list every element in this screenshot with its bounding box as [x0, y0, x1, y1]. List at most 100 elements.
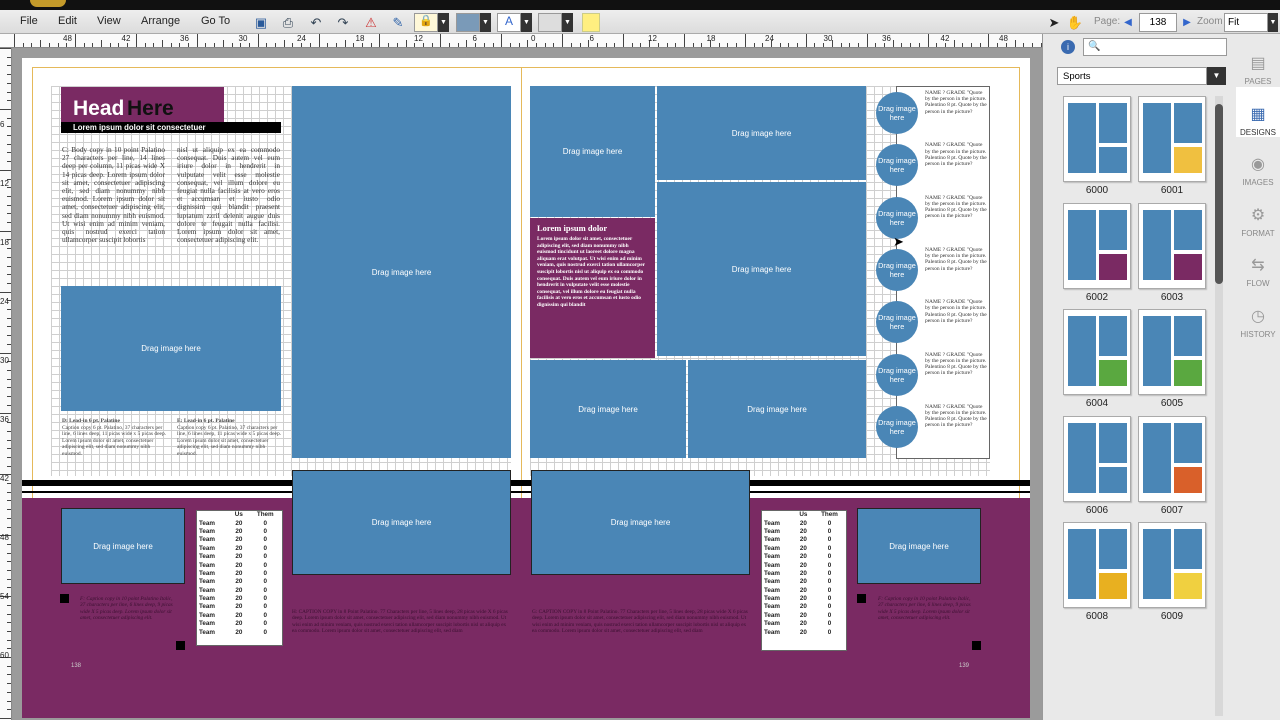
score-cell: 0 — [827, 628, 832, 636]
tab-flow[interactable]: ⇆ FLOW — [1236, 238, 1280, 288]
score-row: Team 20 0 — [197, 595, 282, 603]
subhead[interactable]: Lorem ipsum dolor sit consectetuer — [61, 122, 281, 133]
scrollbar-thumb[interactable] — [1215, 104, 1223, 284]
tab-format[interactable]: ⚙ FORMAT — [1236, 188, 1280, 238]
body-copy-right[interactable]: nisl ut aliquip ex ea commodo consequat.… — [177, 146, 280, 282]
image-frame[interactable]: Drag image here — [292, 86, 511, 458]
thumb-block — [1099, 422, 1127, 463]
template-thumbnail[interactable] — [1063, 96, 1131, 182]
tab-images[interactable]: ◉ IMAGES — [1236, 137, 1280, 187]
circle-image-frame[interactable]: Drag image here — [876, 405, 918, 448]
quote-text[interactable]: NAME ? GRADE "Quote by the person in the… — [925, 195, 987, 220]
prev-page-icon[interactable]: ◀ — [1122, 13, 1134, 32]
sticky-note-icon[interactable] — [582, 13, 600, 32]
image-frame[interactable]: Drag image here — [530, 360, 686, 458]
tab-history[interactable]: ◷ HISTORY — [1236, 289, 1280, 339]
scoreboard-left[interactable]: Us Them Team 20 0 Team 20 0 Team 20 0 Team 20 0 Team 20… — [196, 510, 283, 646]
circle-image-frame[interactable]: Drag image here — [876, 248, 918, 291]
ruler-tick — [7, 326, 11, 328]
circle-image-frame[interactable]: Drag image here — [876, 353, 918, 396]
image-frame[interactable]: Drag image here — [657, 182, 866, 356]
image-frame[interactable]: Drag image here — [531, 470, 750, 575]
image-frame[interactable]: Drag image here — [61, 508, 185, 584]
text-color-button[interactable]: A — [497, 13, 521, 32]
lock-dropdown[interactable]: ▼ — [438, 13, 449, 32]
ruler-tick — [971, 43, 972, 47]
template-thumbnail[interactable] — [1063, 309, 1131, 395]
ruler-tick — [753, 43, 755, 47]
image-frame[interactable]: Drag image here — [688, 360, 866, 458]
next-page-icon[interactable]: ▶ — [1181, 13, 1193, 32]
undo-icon[interactable]: ↶ — [307, 13, 325, 32]
menu-goto[interactable]: Go To — [201, 15, 230, 27]
quote-text[interactable]: NAME ? GRADE "Quote by the person in the… — [925, 352, 987, 377]
print-icon[interactable]: ⎙ — [279, 13, 297, 32]
body-copy-left[interactable]: C: Body copy in 10 point Palatino 27 cha… — [62, 146, 165, 282]
lock-button[interactable]: 🔒 — [414, 13, 438, 32]
caption-e[interactable]: E: Lead-in 6 pt. Palatine Caption copy 6 … — [177, 418, 282, 457]
document-canvas[interactable]: Head Here Lorem ipsum dolor sit consecte… — [13, 48, 1042, 720]
score-row: Team 20 0 — [762, 528, 846, 536]
purple-caption-left[interactable]: F: Caption copy in 10 point Palatino Ita… — [80, 596, 174, 622]
quote-text[interactable]: NAME ? GRADE "Quote by the person in the… — [925, 404, 987, 429]
caption-d[interactable]: D: Lead-in 6 pt. Palatine Caption copy 6 … — [62, 418, 167, 457]
image-frame[interactable]: Drag image here — [857, 508, 981, 584]
menu-file[interactable]: File — [20, 15, 38, 27]
category-dropdown-icon[interactable]: ▼ — [1207, 67, 1226, 85]
template-thumbnail[interactable] — [1138, 202, 1206, 289]
image-frame[interactable]: Drag image here — [61, 286, 281, 411]
flip-icon[interactable]: ⚠ — [362, 13, 380, 32]
zoom-select[interactable]: Fit — [1224, 13, 1268, 32]
purple-caption-mid-right[interactable]: G: CAPTION COPY in 8 Point Palatino. 77 … — [532, 609, 751, 635]
quote-text[interactable]: NAME ? GRADE "Quote by the person in the… — [925, 142, 987, 167]
quote-text[interactable]: NAME ? GRADE "Quote by the person in the… — [925, 90, 987, 115]
thumbs-scrollbar[interactable] — [1215, 96, 1223, 716]
template-thumbnail[interactable] — [1063, 522, 1131, 608]
thumb-block — [1099, 147, 1127, 173]
template-thumbnail[interactable] — [1138, 522, 1206, 608]
menu-arrange[interactable]: Arrange — [141, 15, 180, 27]
template-thumbnail[interactable] — [1138, 309, 1206, 395]
zoom-dropdown[interactable]: ▼ — [1268, 13, 1278, 32]
image-frame[interactable]: Drag image here — [292, 470, 511, 575]
image-frame[interactable]: Drag image here — [657, 86, 866, 180]
template-label: 6002 — [1085, 291, 1109, 303]
fill-button[interactable] — [538, 13, 562, 32]
purple-caption-mid-left[interactable]: H: CAPTION COPY in 8 Point Palatino. 77 … — [292, 609, 511, 635]
quote-text[interactable]: NAME ? GRADE "Quote by the person in the… — [925, 247, 987, 272]
lorem-box[interactable]: Lorem ipsum dolor Lorem ipsum dolor sit … — [530, 218, 655, 358]
template-thumbnail[interactable] — [1138, 415, 1206, 502]
ruler-tick — [301, 43, 303, 47]
tab-pages[interactable]: ▤ PAGES — [1236, 36, 1280, 86]
category-select[interactable]: Sports — [1057, 67, 1207, 85]
ruler-tick — [231, 43, 233, 47]
search-input[interactable]: 🔍 — [1083, 38, 1227, 56]
template-thumbnail[interactable] — [1063, 202, 1131, 289]
quote-text[interactable]: NAME ? GRADE "Quote by the person in the… — [925, 299, 987, 324]
circle-image-frame[interactable]: Drag image here — [876, 92, 918, 134]
scoreboard-right[interactable]: Us Them Team 20 0 Team 20 0 Team 20 0 Team 20 0 Team 20… — [761, 510, 847, 651]
picture-dropdown[interactable]: ▼ — [480, 13, 491, 32]
circle-image-frame[interactable]: Drag image here — [876, 144, 918, 187]
menu-view[interactable]: View — [97, 15, 121, 27]
template-thumbnail[interactable] — [1063, 415, 1131, 502]
menu-edit[interactable]: Edit — [58, 15, 77, 27]
image-frame[interactable]: Drag image here — [530, 86, 655, 217]
picture-button[interactable] — [456, 13, 480, 32]
pointer-tool-icon[interactable]: ➤ — [1045, 13, 1063, 32]
circle-image-frame[interactable]: Drag image here — [876, 301, 918, 344]
tab-designs[interactable]: ▦ DESIGNS — [1236, 86, 1280, 137]
text-style-icon[interactable]: ✎ — [389, 13, 407, 32]
circle-image-frame[interactable]: Drag image here — [876, 196, 918, 239]
hand-tool-icon[interactable]: ✋ — [1066, 13, 1084, 32]
purple-caption-right[interactable]: F: Caption copy in 10 point Palatino Ita… — [878, 596, 972, 622]
headline-box[interactable]: Head Here — [61, 87, 224, 123]
fill-dropdown[interactable]: ▼ — [562, 13, 573, 32]
info-icon[interactable]: i — [1061, 40, 1075, 54]
page-input[interactable]: 138 — [1139, 13, 1177, 32]
ruler-tick — [997, 43, 999, 47]
redo-icon[interactable]: ↷ — [334, 13, 352, 32]
save-icon[interactable]: ▣ — [252, 13, 270, 32]
template-thumbnail[interactable] — [1138, 96, 1206, 182]
text-color-dropdown[interactable]: ▼ — [521, 13, 532, 32]
